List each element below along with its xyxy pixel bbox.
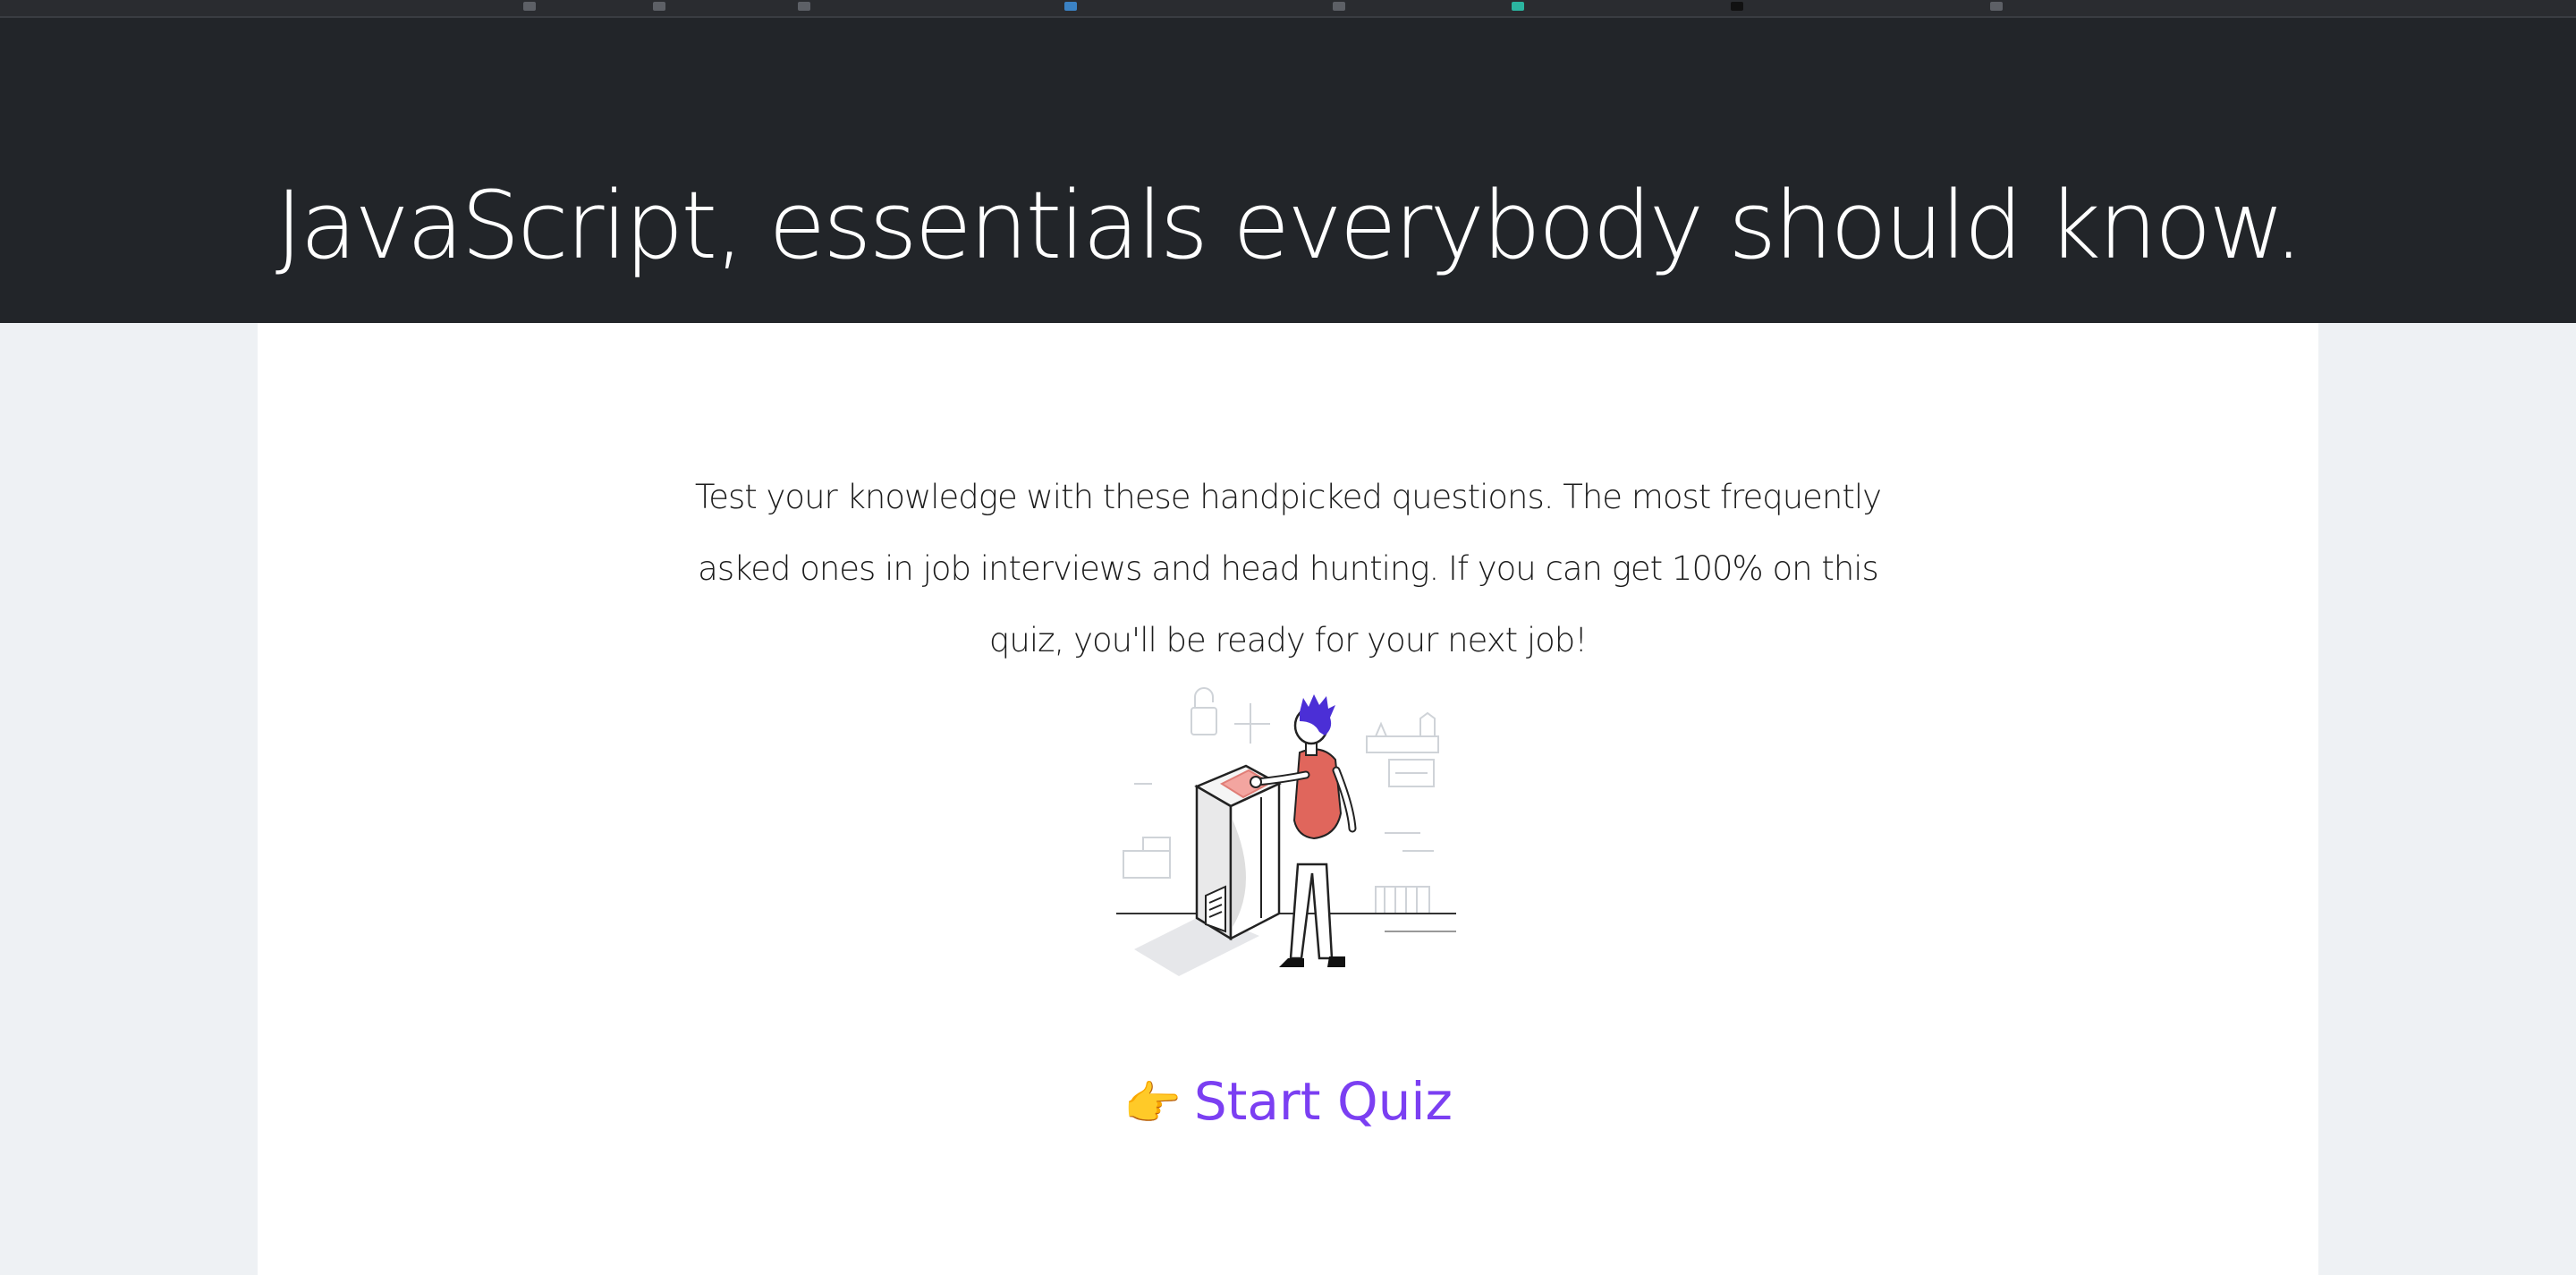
bookmark-icon[interactable] [798,2,810,11]
start-quiz-link[interactable]: 👉 Start Quiz [258,1066,2318,1140]
start-quiz-label: Start Quiz [1193,1071,1453,1132]
bookmark-icon[interactable] [523,2,536,11]
content-card: Test your knowledge with these handpicke… [258,323,2318,1275]
bookmark-icon[interactable] [1731,2,1743,11]
page-header: JavaScript, essentials everybody should … [0,18,2576,323]
bookmark-icon[interactable] [1990,2,2003,11]
pointing-hand-emoji-icon: 👉 [1123,1077,1182,1131]
page-title: JavaScript, essentials everybody should … [275,170,2303,280]
intro-text: Test your knowledge with these handpicke… [694,478,1882,659]
bookmark-icon[interactable] [1333,2,1345,11]
person-at-voting-box-illustration [1116,672,1510,976]
browser-bookmarks-strip [0,0,2576,18]
bookmark-icon[interactable] [1064,2,1077,11]
bookmark-icon[interactable] [1512,2,1524,11]
bookmark-icon[interactable] [653,2,665,11]
